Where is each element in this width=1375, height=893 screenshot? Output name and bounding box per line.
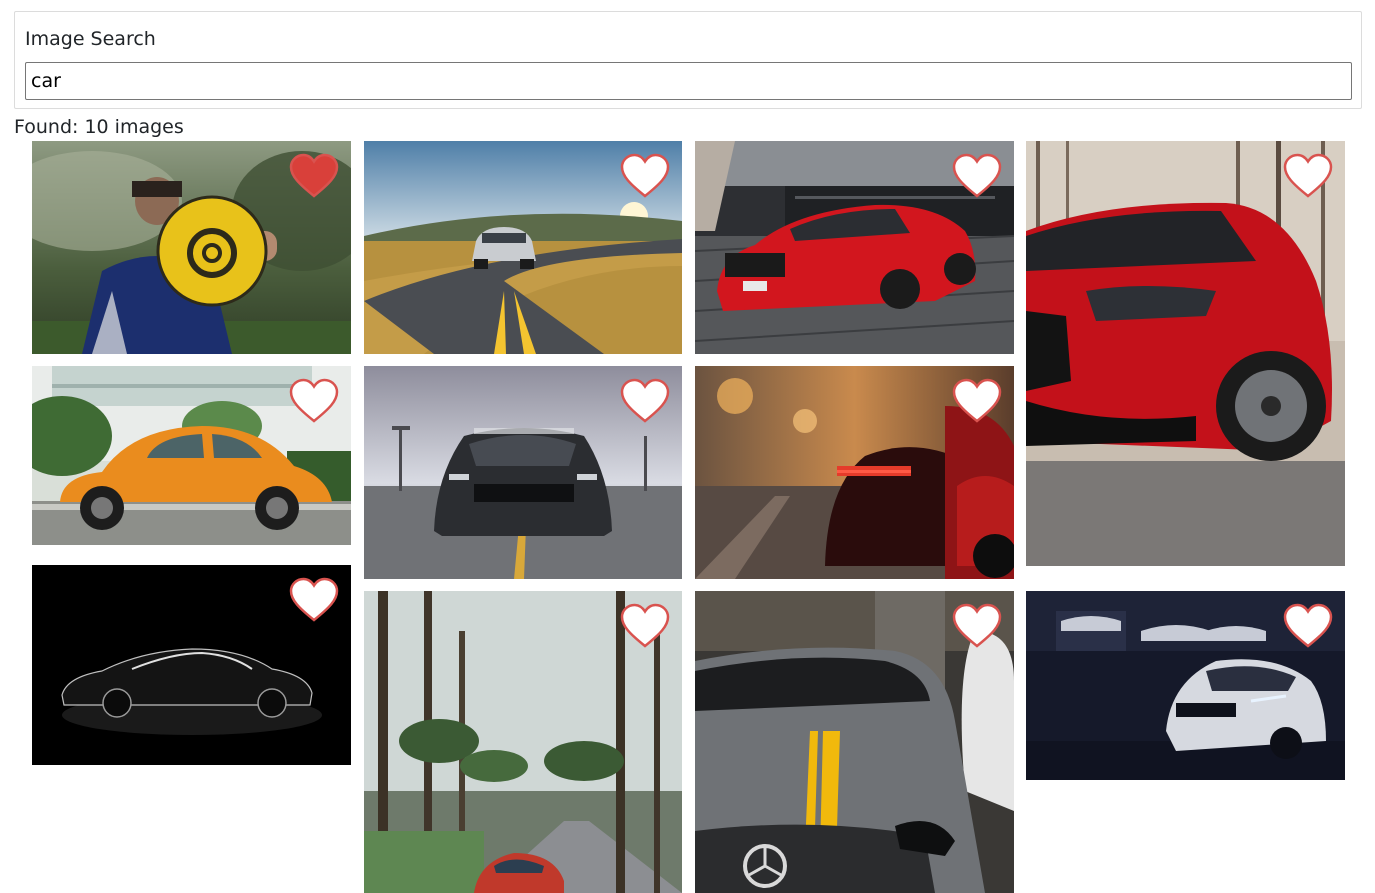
- image-card[interactable]: [364, 141, 682, 354]
- photo-red-hatchback: [1026, 141, 1345, 566]
- favorite-heart-icon[interactable]: [289, 378, 339, 424]
- image-card[interactable]: [364, 366, 682, 579]
- image-card[interactable]: [695, 141, 1014, 354]
- favorite-heart-icon[interactable]: [952, 378, 1002, 424]
- favorite-heart-icon[interactable]: [1283, 603, 1333, 649]
- search-panel: Image Search: [14, 11, 1362, 109]
- image-card[interactable]: [695, 366, 1014, 579]
- favorite-heart-icon[interactable]: [1283, 153, 1333, 199]
- search-input[interactable]: [25, 62, 1352, 100]
- image-card[interactable]: [32, 565, 351, 765]
- favorite-heart-icon[interactable]: [620, 603, 670, 649]
- image-card[interactable]: [364, 591, 682, 893]
- image-card[interactable]: [32, 141, 351, 354]
- favorite-heart-icon[interactable]: [289, 153, 339, 199]
- favorite-heart-icon[interactable]: [952, 153, 1002, 199]
- favorite-heart-icon[interactable]: [620, 378, 670, 424]
- search-title: Image Search: [25, 28, 156, 50]
- favorite-heart-icon[interactable]: [952, 603, 1002, 649]
- image-card[interactable]: [1026, 591, 1345, 780]
- image-card[interactable]: [32, 366, 351, 545]
- image-card[interactable]: [1026, 141, 1345, 566]
- image-card[interactable]: [695, 591, 1014, 893]
- results-count: Found: 10 images: [14, 116, 184, 138]
- favorite-heart-icon[interactable]: [620, 153, 670, 199]
- favorite-heart-icon[interactable]: [289, 577, 339, 623]
